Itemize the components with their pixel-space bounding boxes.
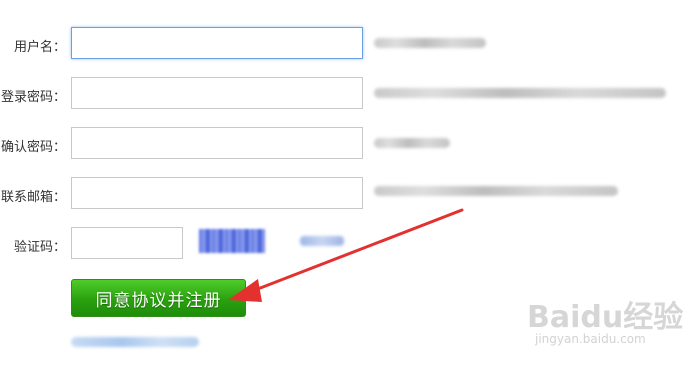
arrow-head — [228, 279, 262, 302]
arrow-shaft — [248, 208, 464, 294]
baidu-watermark: Baidu经验 jingyan.baidu.com — [527, 292, 687, 362]
watermark-brand: Baidu经验 — [527, 300, 684, 335]
watermark-url: jingyan.baidu.com — [535, 332, 646, 346]
